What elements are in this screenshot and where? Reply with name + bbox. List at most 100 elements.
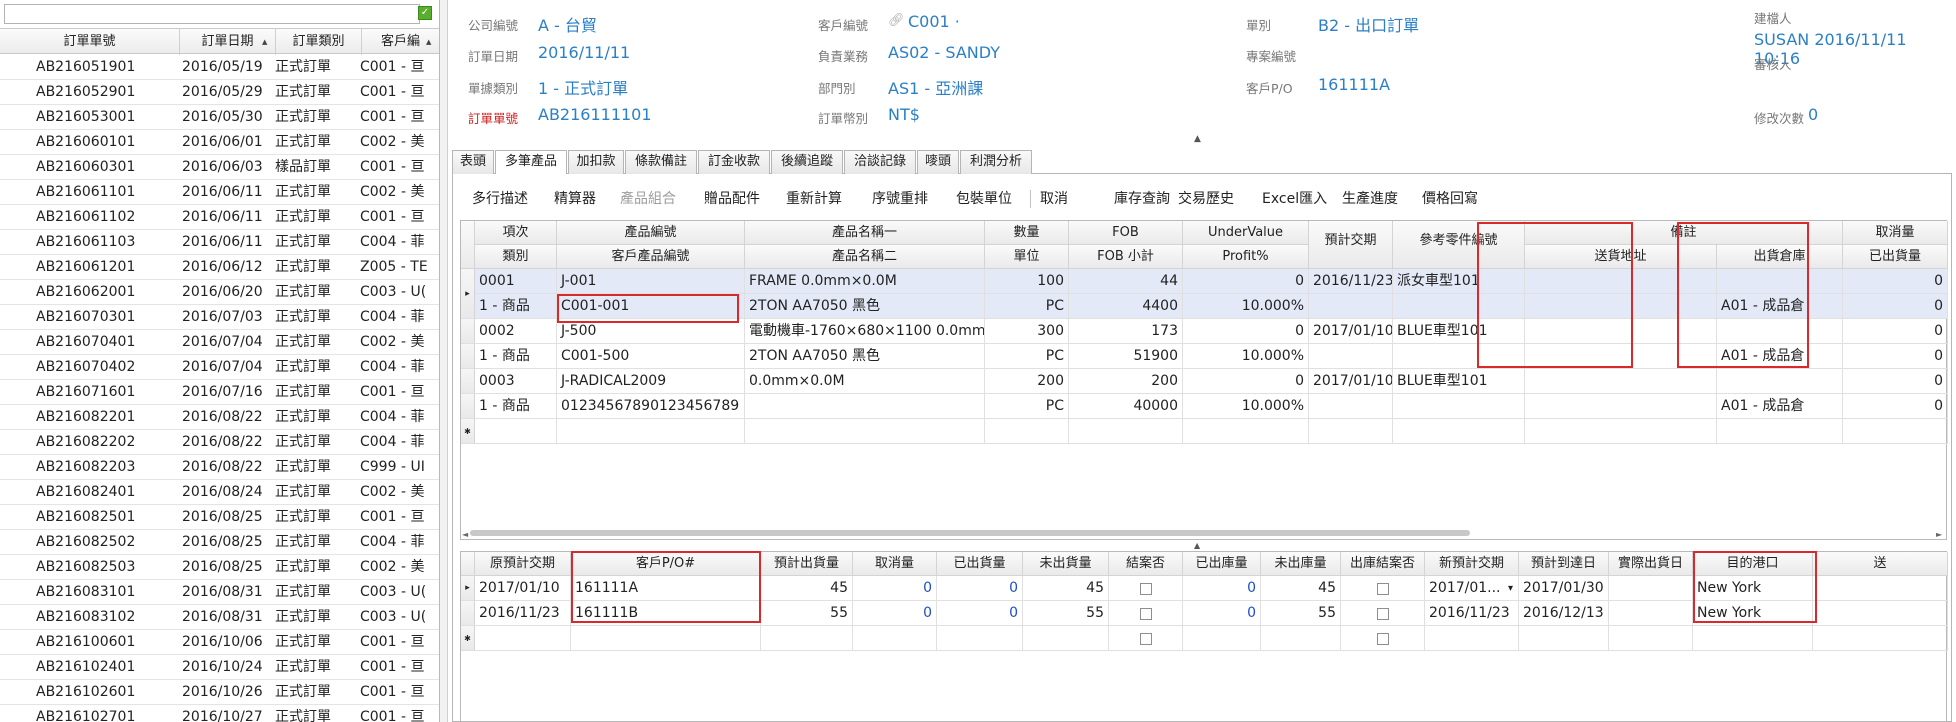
order-date-field[interactable]: 2016/11/11 [538, 43, 630, 62]
grid-cell[interactable] [1525, 344, 1717, 369]
grid-cell[interactable]: 2TON AA7050 黑色 [745, 344, 985, 369]
checkbox[interactable] [1140, 633, 1152, 645]
grid-column-subheader[interactable]: 類別 [475, 245, 557, 269]
shipment-cell[interactable] [571, 626, 761, 651]
grid-cell[interactable]: 44 [1069, 269, 1183, 294]
grid-cell[interactable]: 51900 [1069, 344, 1183, 369]
toolbar-button[interactable]: 包裝單位 [956, 186, 1012, 212]
grid-cell[interactable]: PC [985, 344, 1069, 369]
collapse-icon[interactable]: ▲ [1194, 134, 1201, 144]
grid-cell[interactable]: A01 - 成品倉 [1717, 294, 1843, 319]
grid-column-subheader[interactable]: 單位 [985, 245, 1069, 269]
shipment-cell[interactable] [1813, 601, 1948, 626]
grid-cell[interactable]: 1 - 商品 [475, 394, 557, 419]
grid-cell[interactable]: 1 - 商品 [475, 294, 557, 319]
grid-column-header[interactable]: 備註 [1525, 221, 1843, 245]
grid-cell[interactable]: 1 - 商品 [475, 344, 557, 369]
grid-cell[interactable]: 0 [1183, 269, 1309, 294]
grid-cell[interactable]: 10.000% [1183, 294, 1309, 319]
grid-cell[interactable] [1309, 294, 1393, 319]
shipment-column-header[interactable]: 新預計交期 [1425, 552, 1519, 576]
shipment-cell[interactable] [1693, 626, 1813, 651]
grid-cell[interactable]: C001-500 [557, 344, 745, 369]
order-list-row[interactable]: AB216061102 2016/06/11 正式訂單 C001 - 亘 [0, 205, 439, 230]
shipment-cell[interactable]: 0 [1183, 576, 1261, 601]
grid-cell[interactable]: 01234567890123456789 [557, 394, 745, 419]
grid-cell[interactable]: 0 [1843, 369, 1948, 394]
shipment-cell[interactable] [1813, 576, 1948, 601]
grid-column-subheader[interactable]: 出貨倉庫 [1717, 245, 1843, 269]
grid-column-header[interactable]: 取消量 [1843, 221, 1948, 245]
grid-cell[interactable]: J-RADICAL2009 [557, 369, 745, 394]
grid-cell[interactable] [1717, 269, 1843, 294]
link-icon[interactable]: 🔗︎ [888, 13, 905, 28]
order-list-row[interactable]: AB216082201 2016/08/22 正式訂單 C004 - 菲 [0, 405, 439, 430]
shipment-column-header[interactable]: 已出貨量 [937, 552, 1023, 576]
order-list-row[interactable]: AB216061101 2016/06/11 正式訂單 C002 - 美 [0, 180, 439, 205]
shipment-column-header[interactable]: 實際出貨日 [1609, 552, 1693, 576]
shipment-column-header[interactable]: 出庫結案否 [1341, 552, 1425, 576]
grid-cell[interactable] [1525, 369, 1717, 394]
horizontal-scrollbar[interactable] [470, 530, 1470, 536]
order-list-row[interactable]: AB216053001 2016/05/30 正式訂單 C001 - 亘 [0, 105, 439, 130]
shipment-cell[interactable]: New York [1693, 601, 1813, 626]
tab-7[interactable]: 嘜頭 [917, 150, 959, 174]
grid-column-subheader[interactable]: 送貨地址 [1525, 245, 1717, 269]
sort-asc-icon[interactable]: ▲ [262, 29, 267, 55]
shipment-cell[interactable] [1609, 576, 1693, 601]
shipment-cell[interactable] [1425, 626, 1519, 651]
grid-cell[interactable]: 0 [1843, 344, 1948, 369]
grid-cell[interactable] [1525, 294, 1717, 319]
po-field[interactable]: 161111A [1318, 75, 1390, 94]
new-row-indicator[interactable]: ✱ [461, 419, 475, 444]
order-list-row[interactable]: AB216082202 2016/08/22 正式訂單 C004 - 菲 [0, 430, 439, 455]
order-list-row[interactable]: AB216100601 2016/10/06 正式訂單 C001 - 亘 [0, 630, 439, 655]
shipment-cell[interactable]: 0 [1183, 601, 1261, 626]
grid-empty-cell[interactable] [1843, 419, 1948, 444]
shipment-cell[interactable]: 0 [853, 576, 937, 601]
grid-empty-cell[interactable] [475, 419, 557, 444]
shipment-cell[interactable]: 2017/01/10 [475, 576, 571, 601]
order-list-row[interactable]: AB216070402 2016/07/04 正式訂單 C004 - 菲 [0, 355, 439, 380]
grid-cell[interactable] [1393, 344, 1525, 369]
order-list-row[interactable]: AB216082401 2016/08/24 正式訂單 C002 - 美 [0, 480, 439, 505]
shipment-cell[interactable] [475, 626, 571, 651]
grid-cell[interactable]: 40000 [1069, 394, 1183, 419]
shipment-column-header[interactable]: 已出庫量 [1183, 552, 1261, 576]
order-list-row[interactable]: AB216061201 2016/06/12 正式訂單 Z005 - TE [0, 255, 439, 280]
shipment-cell[interactable]: 0 [937, 601, 1023, 626]
shipment-cell[interactable]: 55 [1023, 601, 1109, 626]
order-list-row[interactable]: AB216082501 2016/08/25 正式訂單 C001 - 亘 [0, 505, 439, 530]
shipment-cell[interactable]: 2016/12/13 [1519, 601, 1609, 626]
toolbar-button[interactable]: Excel匯入 [1262, 186, 1327, 212]
shipment-cell[interactable]: New York [1693, 576, 1813, 601]
tab-0[interactable]: 表頭 [452, 150, 494, 174]
shipment-cell[interactable] [937, 626, 1023, 651]
tab-3[interactable]: 條款備註 [625, 150, 697, 174]
grid-cell[interactable]: C001-001 [557, 294, 745, 319]
panel-splitter[interactable] [440, 0, 448, 722]
grid-cell[interactable]: J-001 [557, 269, 745, 294]
order-list-column-header[interactable]: 訂單單號 [0, 29, 180, 55]
grid-cell[interactable]: 0 [1843, 294, 1948, 319]
grid-empty-cell[interactable] [1393, 419, 1525, 444]
grid-cell[interactable] [1525, 319, 1717, 344]
order-list-column-header[interactable]: 訂單類別 [276, 29, 362, 55]
currency-field[interactable]: NT$ [888, 105, 920, 124]
toolbar-button[interactable]: 序號重排 [872, 186, 928, 212]
toolbar-button[interactable]: 贈品配件 [704, 186, 760, 212]
shipment-column-header[interactable]: 取消量 [853, 552, 937, 576]
row-indicator[interactable] [461, 344, 475, 369]
shipment-cell[interactable]: 0 [853, 601, 937, 626]
shipment-cell[interactable]: 161111B [571, 601, 761, 626]
company-field[interactable]: A - 台貿 [538, 12, 597, 36]
grid-column-header[interactable]: UnderValue [1183, 221, 1309, 245]
shipment-cell[interactable] [1609, 626, 1693, 651]
grid-cell[interactable]: 4400 [1069, 294, 1183, 319]
grid-cell[interactable]: 0 [1843, 394, 1948, 419]
grid-empty-cell[interactable] [557, 419, 745, 444]
shipment-column-header[interactable]: 客戶P/O# [571, 552, 761, 576]
shipment-cell[interactable]: 2017/01... [1425, 576, 1519, 601]
order-list-row[interactable]: AB216052901 2016/05/29 正式訂單 C001 - 亘 [0, 80, 439, 105]
order-list-row[interactable]: AB216083101 2016/08/31 正式訂單 C003 - U( [0, 580, 439, 605]
